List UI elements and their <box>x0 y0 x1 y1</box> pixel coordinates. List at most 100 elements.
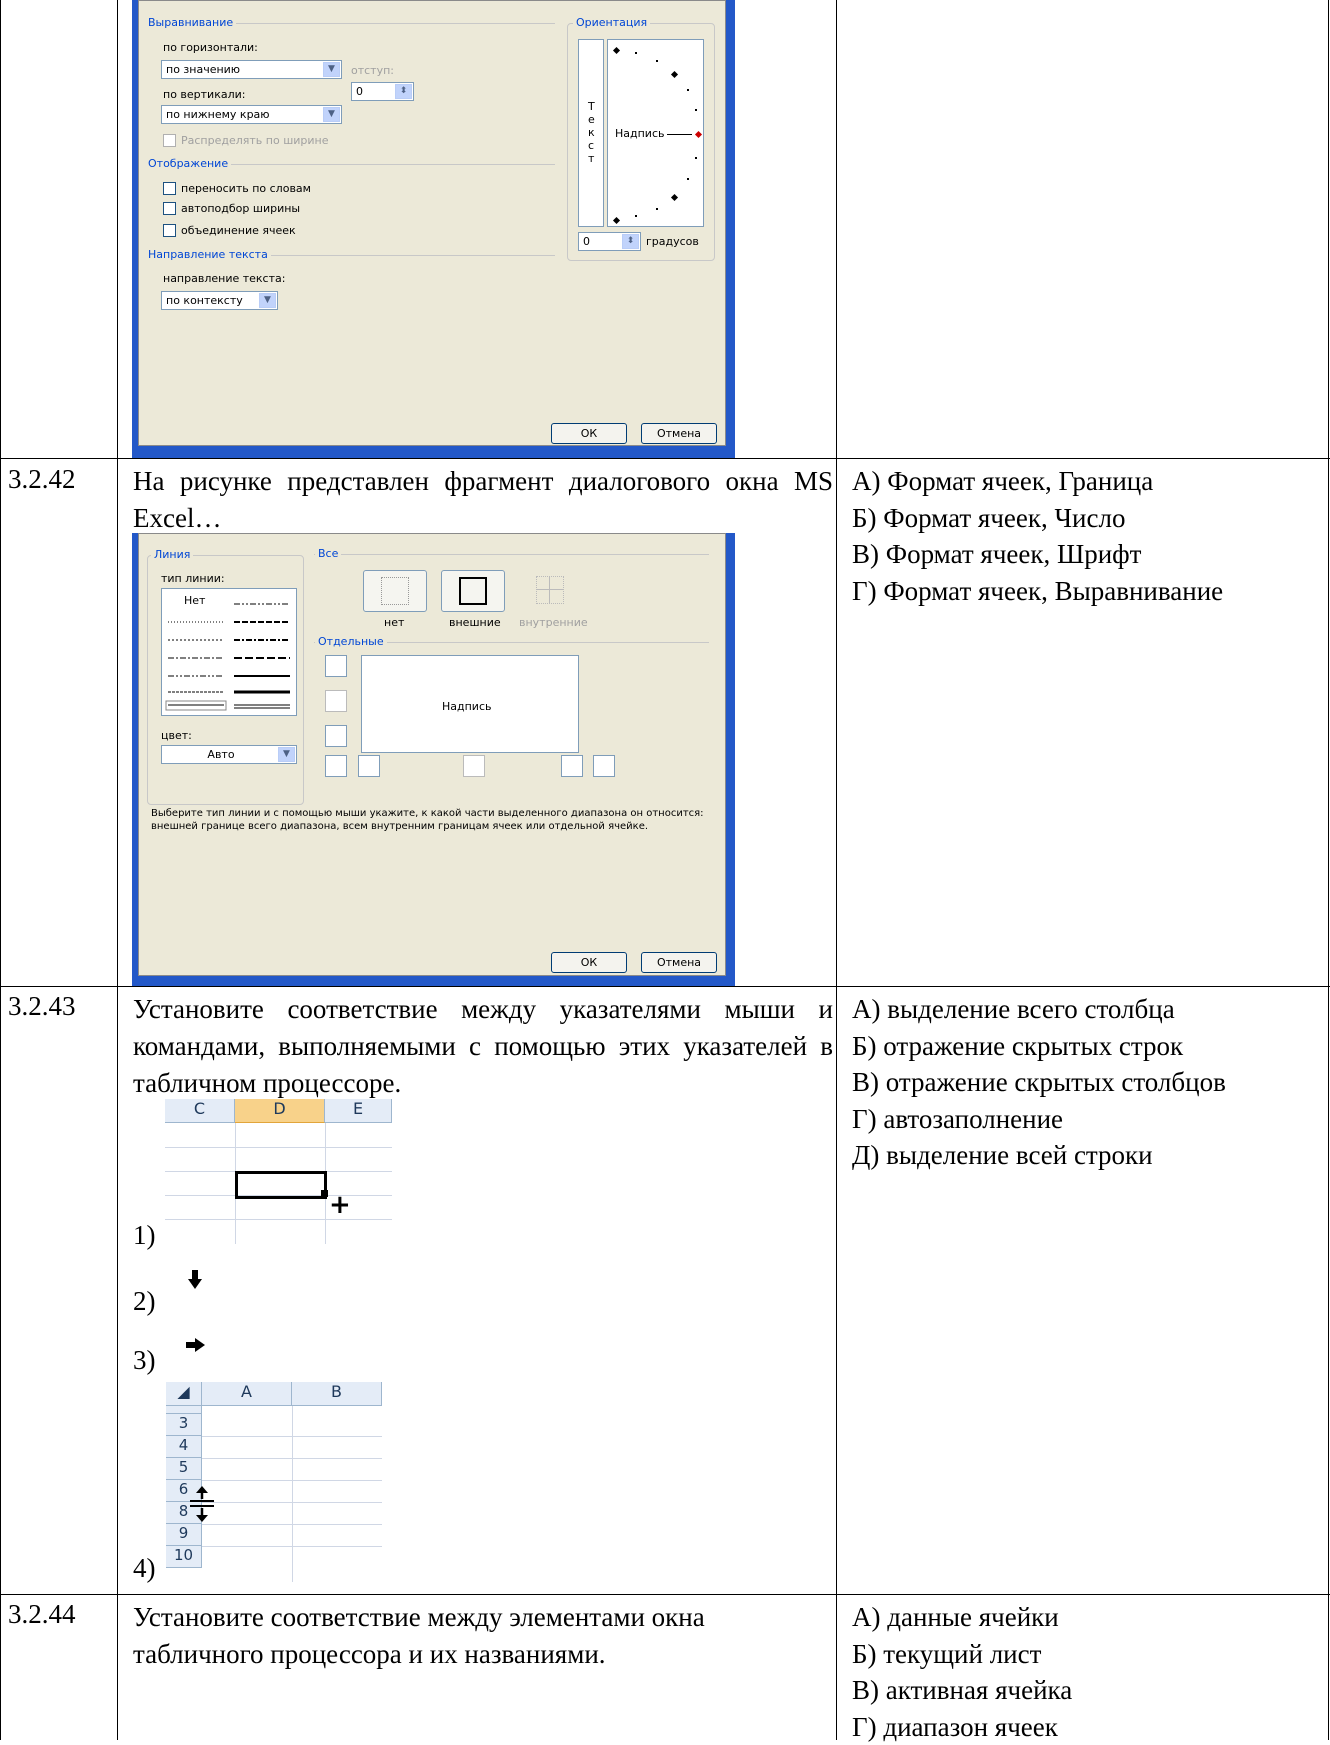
option-a: А) Формат ячеек, Граница <box>852 463 1223 500</box>
dial-mark <box>671 71 678 78</box>
dial-mark <box>695 109 697 111</box>
select-all-corner[interactable]: ◢ <box>166 1382 202 1406</box>
color-combo[interactable]: Авто▼ <box>161 745 297 764</box>
direction-label: направление текста: <box>163 272 285 285</box>
column-header-d[interactable]: D <box>235 1099 325 1123</box>
chevron-down-icon[interactable]: ▼ <box>259 293 276 308</box>
degrees-label: градусов <box>646 235 699 248</box>
line-style-list[interactable]: Нет <box>161 588 297 716</box>
option-b: Б) Формат ячеек, Число <box>852 500 1223 537</box>
direction-combo[interactable]: по контексту▼ <box>161 291 278 310</box>
option-b: Б) текущий лист <box>852 1636 1072 1673</box>
table-border-right <box>1328 0 1329 1740</box>
border-top-button[interactable] <box>325 655 347 677</box>
spreadsheet-fragment-1: C D E + <box>165 1099 392 1244</box>
line-group-title: Линия <box>151 548 193 561</box>
ok-button[interactable]: ОК <box>551 423 627 444</box>
preset-none-label: нет <box>384 616 404 629</box>
border-bottom-button[interactable] <box>325 725 347 747</box>
option-c: В) отражение скрытых столбцов <box>852 1064 1226 1101</box>
cancel-button[interactable]: Отмена <box>641 952 717 973</box>
item-label-3: 3) <box>133 1345 156 1376</box>
preview-inscription: Надпись <box>442 700 492 713</box>
color-label: цвет: <box>161 729 192 742</box>
option-a: А) выделение всего столбца <box>852 991 1226 1028</box>
border-preview[interactable]: Надпись <box>361 655 579 753</box>
spinner-icon[interactable]: ⬍ <box>622 234 639 249</box>
preset-outer-button[interactable] <box>441 570 505 612</box>
border-diag-down-button[interactable] <box>593 755 615 777</box>
question-number: 3.2.43 <box>8 991 76 1022</box>
chevron-down-icon[interactable]: ▼ <box>278 747 295 762</box>
column-header-b[interactable]: B <box>292 1382 382 1406</box>
degrees-spinner[interactable]: 0⬍ <box>578 232 641 251</box>
distribute-checkbox[interactable] <box>163 134 176 147</box>
spreadsheet-fragment-2: ◢ A B 3 4 5 6 8 9 10 <box>166 1382 382 1582</box>
fill-handle[interactable] <box>321 1190 328 1197</box>
row-resize-cursor-icon <box>190 1486 214 1522</box>
question-number: 3.2.44 <box>8 1599 76 1630</box>
wrap-checkbox[interactable] <box>163 182 176 195</box>
preset-inner-button[interactable] <box>519 570 581 610</box>
item-label-4: 4) <box>133 1553 156 1584</box>
line-style-samples[interactable] <box>162 589 296 715</box>
indent-spinner[interactable]: 0⬍ <box>351 82 414 101</box>
alignment-group-title: Выравнивание <box>145 16 236 29</box>
orientation-dial[interactable]: Надпись <box>607 39 704 227</box>
wrap-label: переносить по словам <box>181 182 311 195</box>
row-header-5[interactable]: 5 <box>166 1458 202 1480</box>
row-header-10[interactable]: 10 <box>166 1546 202 1568</box>
question-text: Установите соответствие между указателям… <box>133 991 833 1102</box>
horizontal-combo[interactable]: по значению▼ <box>161 60 342 79</box>
active-cell[interactable] <box>235 1171 327 1199</box>
option-b: Б) отражение скрытых строк <box>852 1028 1226 1065</box>
cancel-button[interactable]: Отмена <box>641 423 717 444</box>
row-separator <box>0 986 1330 987</box>
chevron-down-icon[interactable]: ▼ <box>323 62 340 77</box>
preset-outer-label: внешние <box>449 616 501 629</box>
border-middle-h-button[interactable] <box>325 690 347 712</box>
row-header-9[interactable]: 9 <box>166 1524 202 1546</box>
question-text: Установите соответствие между элементами… <box>133 1599 833 1673</box>
border-right-button[interactable] <box>561 755 583 777</box>
ok-button[interactable]: ОК <box>551 952 627 973</box>
row-header[interactable] <box>166 1406 202 1414</box>
alignment-dialog: Выравнивание по горизонтали: по значению… <box>138 0 726 446</box>
option-c: В) Формат ячеек, Шрифт <box>852 536 1223 573</box>
border-outer-icon <box>459 577 487 605</box>
vertical-combo[interactable]: по нижнему краю▼ <box>161 105 342 124</box>
down-arrow-cursor-icon <box>188 1270 202 1290</box>
hint-text: Выберите тип линии и с помощью мыши укаж… <box>151 807 711 833</box>
orientation-inscription: Надпись <box>615 127 665 140</box>
merge-checkbox[interactable] <box>163 224 176 237</box>
item-label-1: 1) <box>133 1220 156 1251</box>
dial-mark <box>695 157 697 159</box>
indent-label: отступ: <box>351 64 394 77</box>
orientation-handle[interactable] <box>695 131 702 138</box>
column-header-c[interactable]: C <box>165 1099 235 1123</box>
dial-mark <box>656 60 658 62</box>
border-middle-v-button[interactable] <box>463 755 485 777</box>
item-label-2: 2) <box>133 1286 156 1317</box>
spinner-icon[interactable]: ⬍ <box>395 84 412 99</box>
column-header-a[interactable]: A <box>202 1382 292 1406</box>
vertical-text-box[interactable]: Текст <box>578 39 604 227</box>
preset-inner-label: внутренние <box>519 616 588 629</box>
chevron-down-icon[interactable]: ▼ <box>323 107 340 122</box>
row-separator <box>0 1594 1330 1595</box>
horizontal-label: по горизонтали: <box>163 41 258 54</box>
border-diag-up-button[interactable] <box>325 755 347 777</box>
row-header-3[interactable]: 3 <box>166 1414 202 1436</box>
border-inner-icon <box>536 576 564 604</box>
preset-none-button[interactable] <box>363 570 427 612</box>
dial-mark <box>613 47 620 54</box>
option-e: Д) выделение всей строки <box>852 1137 1226 1174</box>
autofit-checkbox[interactable] <box>163 202 176 215</box>
distribute-label: Распределять по ширине <box>181 134 329 147</box>
question-text: На рисунке представлен фрагмент диалогов… <box>133 463 833 537</box>
row-separator <box>0 458 1330 459</box>
border-left-button[interactable] <box>358 755 380 777</box>
column-header-e[interactable]: E <box>325 1099 392 1123</box>
dial-mark <box>635 215 637 217</box>
row-header-4[interactable]: 4 <box>166 1436 202 1458</box>
